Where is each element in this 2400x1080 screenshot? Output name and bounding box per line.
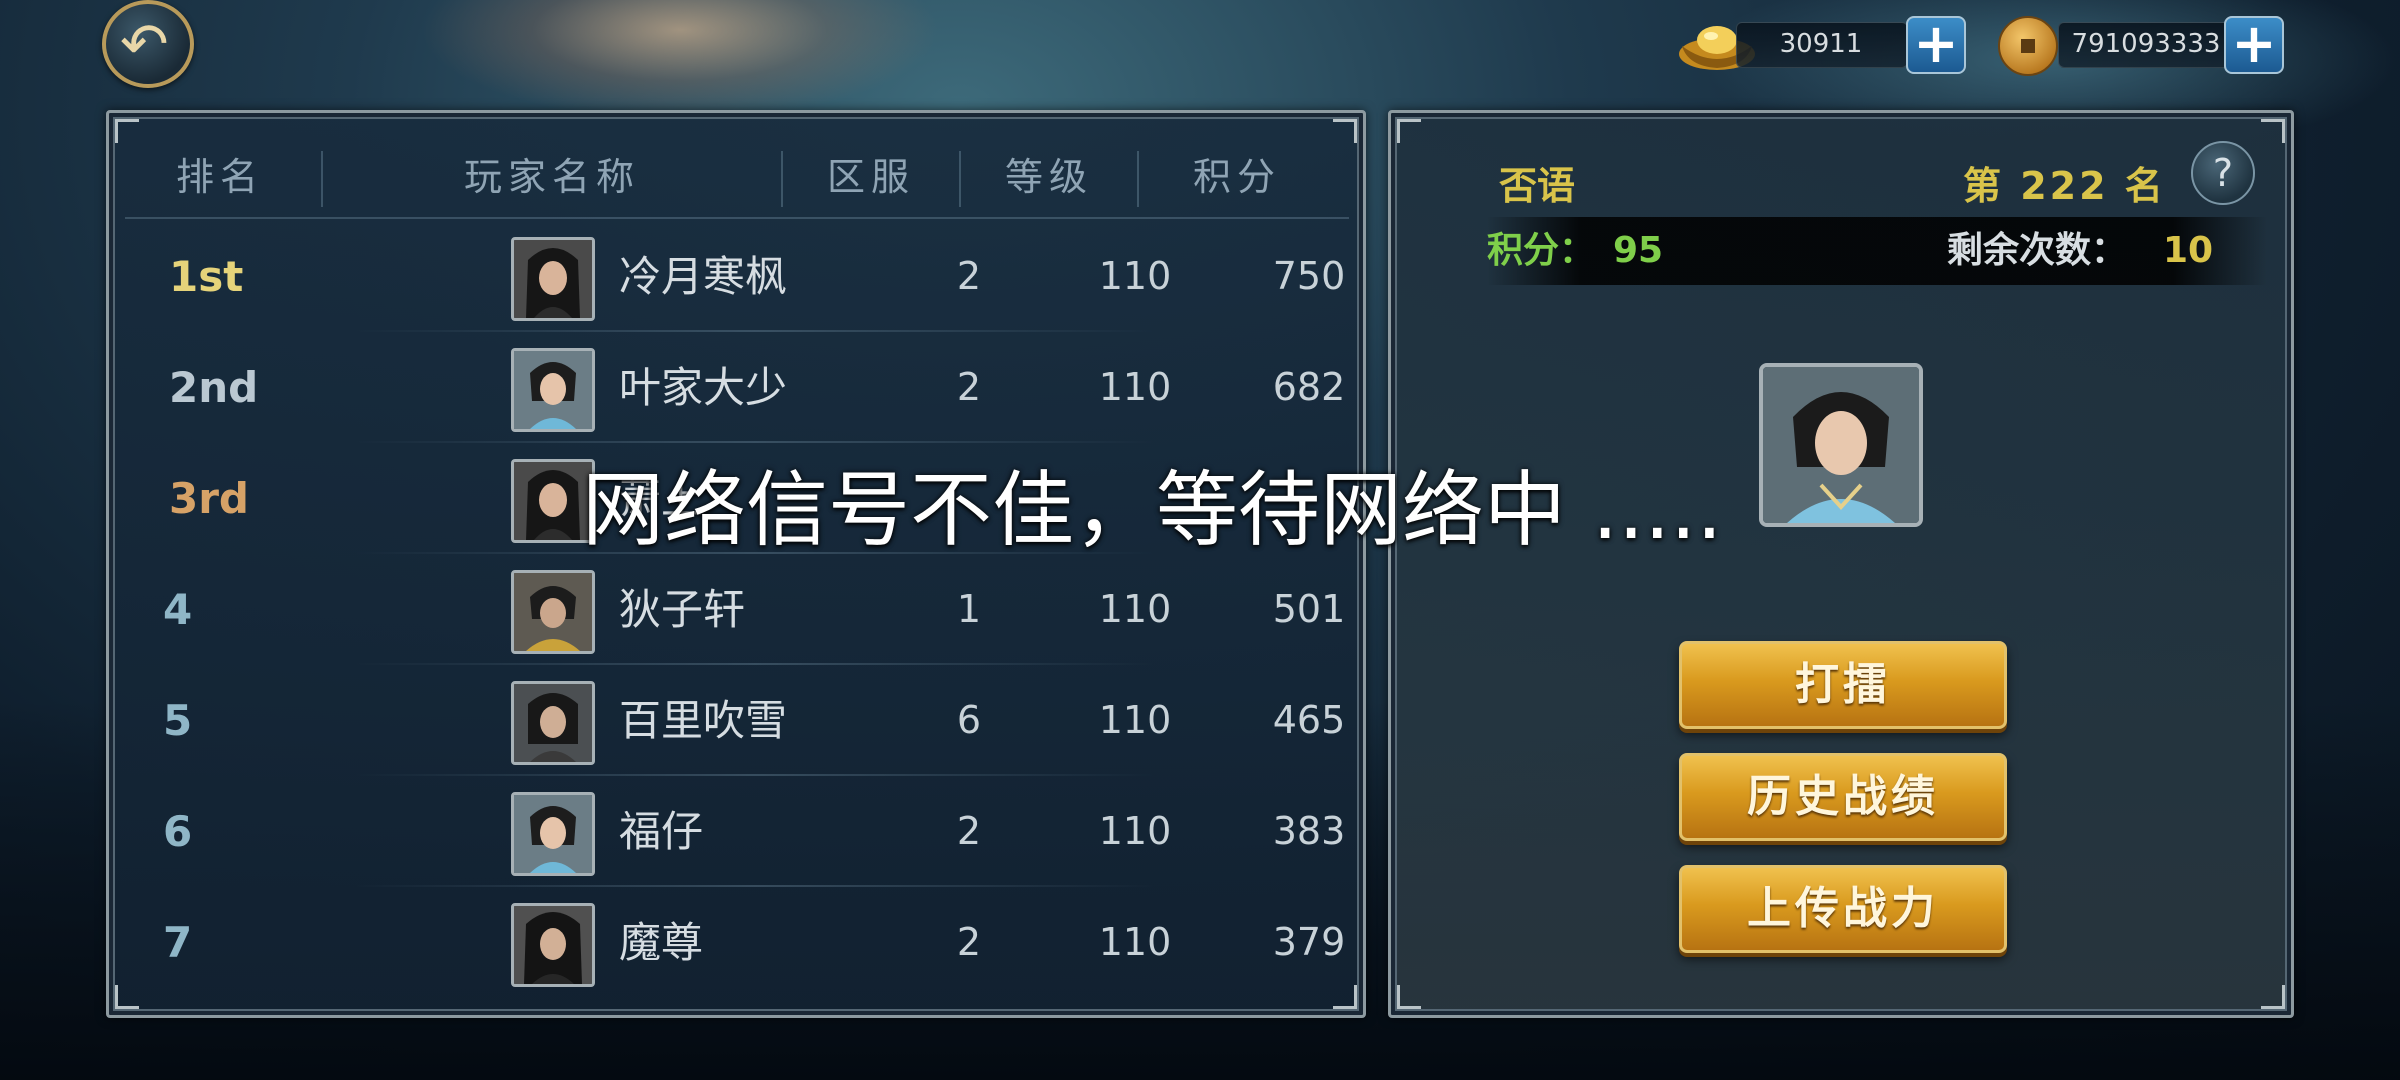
panel-corner <box>1397 119 1421 143</box>
player-level: 110 <box>1098 698 1172 742</box>
coin-value: 791093333 <box>2071 29 2221 59</box>
copper-coin-icon <box>1998 16 2058 76</box>
player-score: 501 <box>1272 587 1346 631</box>
header-rank: 排名 <box>175 155 264 199</box>
ranking-row[interactable]: 2nd 叶家大少 2 110 682 <box>125 332 1349 443</box>
player-avatar <box>511 903 595 987</box>
back-arrow-icon: ↶ <box>120 10 169 78</box>
header-level: 等级 <box>1004 155 1093 199</box>
player-avatar <box>511 792 595 876</box>
player-level: 110 <box>1098 365 1172 409</box>
player-level: 110 <box>1098 254 1172 298</box>
background-glow <box>420 0 940 120</box>
player-score: 682 <box>1272 365 1346 409</box>
player-info-panel: 否语 第 222 名 ? 积分： 95 剩余次数： 10 打擂 历史战绩 上传战… <box>1388 110 2294 1018</box>
ranking-panel: 排名 玩家名称 区服 等级 积分 1st 冷月寒枫 2 110 750 2nd <box>106 110 1366 1018</box>
ranking-row[interactable]: 1st 冷月寒枫 2 110 750 <box>125 221 1349 332</box>
ranking-list[interactable]: 1st 冷月寒枫 2 110 750 2nd 叶家大少 2 110 682 3r… <box>125 221 1349 1003</box>
player-server: 2 <box>956 809 982 853</box>
help-button[interactable]: ? <box>2191 141 2255 205</box>
player-avatar <box>511 681 595 765</box>
player-server: 1 <box>956 587 982 631</box>
ingot-value: 30911 <box>1779 29 1863 59</box>
panel-corner <box>2261 119 2285 143</box>
player-name: 叶家大少 <box>619 363 788 412</box>
panel-corner <box>2261 985 2285 1009</box>
score-value: 95 <box>1613 230 1664 271</box>
player-name: 冷月寒枫 <box>619 252 788 301</box>
player-name: 福仔 <box>619 807 704 856</box>
player-score: 750 <box>1272 254 1346 298</box>
player-name: 魔尊 <box>619 918 704 967</box>
player-level: 110 <box>1098 920 1172 964</box>
player-name: 狄子轩 <box>619 585 746 634</box>
network-warning-message: 网络信号不佳，等待网络中 ..... <box>582 463 1723 558</box>
rank-label: 2nd <box>169 363 259 412</box>
player-name: 百里吹雪 <box>619 696 788 745</box>
remaining-value: 10 <box>2163 230 2214 271</box>
player-avatar <box>511 570 595 654</box>
upload-power-button[interactable]: 上传战力 <box>1679 865 2007 953</box>
ranking-row[interactable]: 5 百里吹雪 6 110 465 <box>125 665 1349 776</box>
rank-label: 7 <box>163 918 193 967</box>
battle-history-button[interactable]: 历史战绩 <box>1679 753 2007 841</box>
ranking-row[interactable]: 7 魔尊 2 110 379 <box>125 887 1349 998</box>
panel-corner <box>1397 985 1421 1009</box>
rank-label: 5 <box>163 696 193 745</box>
stats-strip: 积分： 95 剩余次数： 10 <box>1487 217 2267 285</box>
player-level: 110 <box>1098 809 1172 853</box>
header-score: 积分 <box>1192 155 1281 199</box>
ranking-table-header: 排名 玩家名称 区服 等级 积分 <box>125 137 1349 219</box>
add-ingot-button[interactable]: + <box>1906 16 1966 74</box>
ingot-currency: 30911 + <box>1676 16 1966 74</box>
coin-currency: 791093333 + <box>1998 16 2288 76</box>
header-server: 区服 <box>826 155 915 199</box>
rank-label: 3rd <box>169 474 250 523</box>
ranking-row[interactable]: 6 福仔 2 110 383 <box>125 776 1349 887</box>
fight-button[interactable]: 打擂 <box>1679 641 2007 729</box>
back-button[interactable]: ↶ <box>102 0 194 88</box>
my-player-name: 否语 <box>1499 164 1576 208</box>
add-coin-button[interactable]: + <box>2224 16 2284 74</box>
rank-label: 4 <box>163 585 193 634</box>
my-rank: 第 222 名 <box>1963 164 2166 208</box>
my-avatar <box>1759 363 1923 527</box>
player-avatar <box>511 348 595 432</box>
rank-label: 6 <box>163 807 193 856</box>
score-label: 积分： <box>1487 230 1596 271</box>
player-server: 2 <box>956 365 982 409</box>
player-server: 2 <box>956 920 982 964</box>
player-level: 110 <box>1098 587 1172 631</box>
player-avatar <box>511 237 595 321</box>
ranking-row[interactable]: 4 狄子轩 1 110 501 <box>125 554 1349 665</box>
player-server: 2 <box>956 254 982 298</box>
player-score: 379 <box>1272 920 1346 964</box>
rank-label: 1st <box>169 252 244 301</box>
remaining-label: 剩余次数： <box>1947 230 2128 271</box>
player-score: 465 <box>1272 698 1346 742</box>
player-score: 383 <box>1272 809 1346 853</box>
player-server: 6 <box>956 698 982 742</box>
header-player-name: 玩家名称 <box>463 155 640 199</box>
